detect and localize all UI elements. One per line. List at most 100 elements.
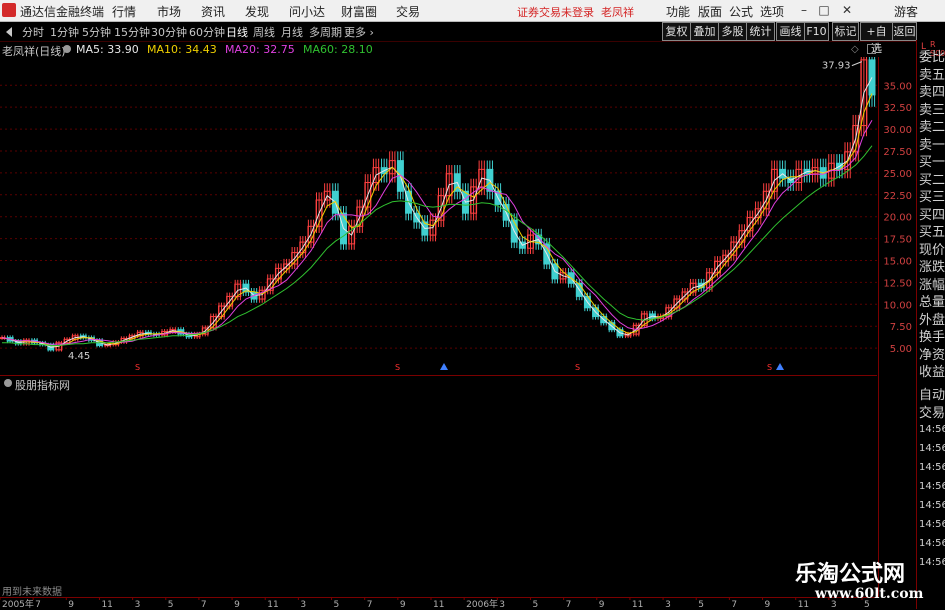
panel-label: 买二: [919, 172, 945, 188]
current-stock-name: 老凤祥: [601, 6, 634, 19]
menu-functions[interactable]: 功能: [666, 3, 690, 20]
period-15min[interactable]: 15分钟: [114, 24, 150, 40]
price-tick-label: 5.00: [890, 344, 912, 355]
ma5-line: [1, 77, 873, 348]
panel-label: 卖二: [919, 120, 945, 135]
ma5-label: MA5: 33.90: [76, 43, 139, 56]
period-weekly[interactable]: 周线: [253, 24, 275, 40]
f10-button[interactable]: F10: [804, 22, 829, 41]
price-tick-label: 25.00: [883, 169, 912, 180]
panel-label: 卖五: [919, 67, 945, 83]
period-daily[interactable]: 日线: [226, 24, 248, 40]
app-logo-icon: [2, 3, 16, 17]
tick-time: 14:56: [919, 500, 945, 511]
add-watchlist-button[interactable]: +自选: [860, 22, 893, 55]
time-tick-label: 9: [765, 600, 771, 609]
sell-signal-marker[interactable]: S: [135, 363, 140, 372]
low-price-label: 4.45: [68, 351, 90, 362]
tick-time: 14:56: [919, 443, 945, 454]
time-tick-label: 9: [234, 600, 240, 609]
period-multi[interactable]: 多周期: [309, 24, 342, 40]
panel-label: 委比: [919, 50, 945, 65]
indicator-footnote: 用到未来数据: [2, 587, 62, 598]
time-axis-labels: 2005年 7 9 11 3 5 7 9 11 3 5 7 9 11 2006年 3 5 7 9 11 3 5 7 9 11 3 5: [0, 597, 870, 609]
period-60min[interactable]: 60分钟: [189, 24, 225, 40]
watermark-url: www.60lt.com: [815, 586, 924, 602]
panel-label[interactable]: 自动: [919, 384, 945, 403]
menu-quotes[interactable]: 行情: [112, 3, 136, 20]
time-tick-label: 2005年: [2, 598, 34, 609]
panel-label: 涨跌: [919, 260, 945, 275]
menu-wealth-circle[interactable]: 财富圈: [341, 3, 377, 20]
menu-trade[interactable]: 交易: [396, 3, 420, 20]
time-tick-label: 5: [532, 600, 538, 609]
draw-line-button[interactable]: 画线: [776, 22, 805, 41]
period-monthly[interactable]: 月线: [281, 24, 303, 40]
sell-signal-marker[interactable]: S: [767, 363, 772, 372]
price-tick-label: 22.50: [883, 191, 912, 202]
tick-time: 14:56: [919, 519, 945, 530]
time-tick-label: 11: [433, 600, 444, 609]
chart-expand-icon[interactable]: [867, 44, 876, 54]
maximize-icon[interactable]: □: [817, 3, 831, 17]
time-tick-label: 9: [68, 600, 74, 609]
period-minute[interactable]: 分时: [22, 24, 44, 40]
menu-layout[interactable]: 版面: [698, 3, 722, 20]
ma10-label: MA10: 34.43: [147, 43, 217, 56]
time-tick-label: 3: [300, 600, 306, 609]
menu-options[interactable]: 选项: [760, 3, 784, 20]
app-title: 通达信金融终端: [20, 5, 105, 19]
time-tick-label: 5: [698, 600, 704, 609]
menu-news[interactable]: 资讯: [201, 3, 225, 20]
ma20-label: MA20: 32.75: [225, 43, 295, 56]
panel-label: 换手: [919, 330, 945, 345]
sell-signal-marker[interactable]: S: [575, 363, 580, 372]
panel-label: 收益: [919, 365, 945, 380]
menu-discover[interactable]: 发现: [245, 3, 269, 20]
menu-wenxiaoda[interactable]: 问小达: [289, 3, 325, 20]
price-tick-label: 10.00: [883, 300, 912, 311]
time-tick-label: 11: [267, 600, 278, 609]
time-tick-label: 3: [499, 600, 505, 609]
mark-button[interactable]: 标记: [832, 22, 859, 41]
settings-dot-icon[interactable]: [63, 45, 71, 53]
guest-account[interactable]: 游客: [894, 3, 918, 20]
price-axis-labels: 35.00 32.50 30.00 27.50 25.00 22.50 20.00 17.50…: [883, 81, 912, 355]
minimize-icon[interactable]: –: [797, 3, 811, 17]
kline-chart[interactable]: 37.93 4.45 S S S S: [0, 57, 877, 372]
time-tick-label: 11: [632, 600, 643, 609]
time-tick-label: 9: [599, 600, 605, 609]
period-5min[interactable]: 5分钟: [82, 24, 111, 40]
back-button[interactable]: 返回: [892, 22, 917, 41]
adjust-button[interactable]: 复权: [662, 22, 691, 41]
time-tick-label: 5: [334, 600, 340, 609]
overlay-button[interactable]: 叠加: [690, 22, 719, 41]
panel-label: 卖一: [919, 137, 945, 153]
close-icon[interactable]: ✕: [840, 3, 854, 17]
event-marker-icon[interactable]: [440, 363, 448, 370]
statistics-button[interactable]: 统计: [746, 22, 775, 41]
price-tick-label: 15.00: [883, 256, 912, 267]
price-tick-label: 30.00: [883, 125, 912, 136]
panel-label: 卖三: [919, 102, 945, 118]
period-1min[interactable]: 1分钟: [50, 24, 79, 40]
time-tick-label: 3: [665, 600, 671, 609]
ma10-line: [1, 93, 873, 347]
event-marker-icon[interactable]: [776, 363, 784, 370]
indicator-settings-icon[interactable]: [4, 379, 12, 387]
panel-label: 涨幅: [919, 277, 945, 293]
collapse-left-icon[interactable]: [6, 27, 12, 37]
trade-login-notice[interactable]: 证券交易未登录 老凤祥: [517, 4, 634, 20]
panel-label[interactable]: 交易: [919, 402, 945, 421]
chevron-right-icon: ›: [369, 26, 374, 39]
diamond-icon[interactable]: ◇: [851, 44, 859, 55]
menu-market[interactable]: 市场: [157, 3, 181, 20]
multi-stock-button[interactable]: 多股: [718, 22, 747, 41]
menu-formula[interactable]: 公式: [729, 3, 753, 20]
time-tick-label: 7: [731, 600, 737, 609]
panel-label: 买三: [919, 190, 945, 205]
indicator-pane[interactable]: [0, 375, 877, 596]
period-more[interactable]: 更多 ›: [344, 24, 374, 40]
period-30min[interactable]: 30分钟: [151, 24, 187, 40]
sell-signal-marker[interactable]: S: [395, 363, 400, 372]
